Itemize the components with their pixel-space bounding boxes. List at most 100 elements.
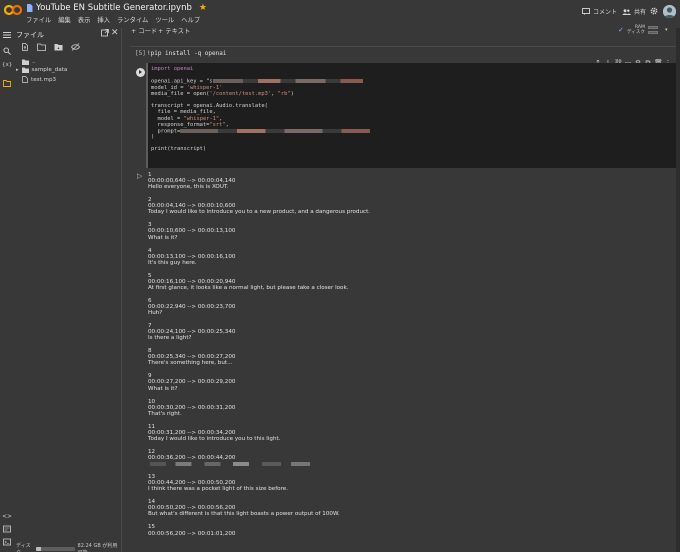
star-icon[interactable]: ★ [199, 3, 207, 13]
segment-text: But what's different is that this light … [148, 511, 340, 518]
code-token: ) [290, 90, 294, 97]
disk-usage-text: 82.24 GB が利用可能 [77, 543, 118, 552]
subtitle-segment: 2 00:00:04,140 --> 00:00:10,600 Today I wo… [148, 197, 668, 215]
title-row: YouTube EN Subtitle Generator.ipynb ★ [26, 3, 207, 13]
user-avatar-icon [663, 5, 676, 18]
menu-view[interactable]: 表示 [78, 15, 91, 24]
subtitle-segment: 11 00:00:31,200 --> 00:00:34,200 Today I w… [148, 424, 668, 442]
code-cell-1[interactable]: [5] !pip install -q openai [130, 46, 676, 60]
code-line: file = media_file, [151, 110, 676, 115]
output-actions-icon[interactable]: ▷ [137, 172, 142, 180]
colab-logo-icon[interactable] [4, 4, 22, 16]
code-token: transcript = openai.Audio.translate( [151, 103, 268, 110]
file-actions [21, 43, 80, 51]
segment-text: What is it? [148, 385, 178, 392]
code-token: media_file = open( [151, 90, 210, 97]
segment-text: At first glance, it looks like a normal … [148, 284, 349, 291]
subtitle-segment: 8 00:00:25,340 --> 00:00:27,200 There's so… [148, 348, 668, 366]
terminal-icon[interactable] [3, 538, 11, 546]
code-line: import openai [151, 66, 676, 72]
comment-button[interactable]: コメント [582, 7, 617, 16]
drive-file-icon [27, 4, 33, 12]
add-code-button[interactable]: + コード [131, 26, 157, 35]
code-token: file = media_file, [151, 109, 216, 116]
comment-icon [582, 8, 590, 15]
subtitle-segment: 13 00:00:44,200 --> 00:00:50,200 I think t… [148, 474, 668, 492]
menu-help[interactable]: ヘルプ [181, 15, 200, 24]
subtitle-segment: 4 00:00:13,100 --> 00:00:16,100 It's this … [148, 248, 668, 266]
close-icon[interactable]: ✕ [111, 28, 119, 38]
hide-files-icon[interactable] [71, 43, 80, 51]
run-cell-button[interactable] [136, 68, 145, 77]
runtime-resources[interactable]: ✓ RAM ディスク ▾ [618, 25, 667, 35]
subtitle-segment: 1 00:00:00,640 --> 00:00:04,140 Hello ever… [148, 172, 668, 190]
people-icon [622, 8, 631, 15]
new-folder-icon[interactable] [37, 43, 46, 51]
segment-text: Today I would like to introduce you to a… [148, 209, 371, 216]
code-line: openai.api_key = "s [151, 79, 676, 85]
cell-code[interactable]: !pip install -q openai [147, 50, 226, 57]
share-label: 共有 [634, 9, 647, 16]
comment-label: コメント [593, 9, 618, 16]
menu-runtime[interactable]: ランタイム [117, 15, 148, 24]
segment-text: It's this guy here. [148, 259, 197, 266]
segment-text: Huh? [148, 310, 163, 317]
tree-item-parent[interactable]: .. [22, 59, 36, 65]
code-line: model = "whisper-1", [151, 115, 676, 122]
segment-text-redacted [148, 461, 668, 467]
share-button[interactable]: 共有 [622, 7, 646, 16]
execution-count: [5] [135, 50, 146, 57]
redacted-prompt [180, 128, 371, 133]
segment-text: I think there was a pocket light of this… [148, 486, 288, 493]
ram-bar [647, 26, 658, 29]
scrollbar-track[interactable] [676, 28, 680, 552]
disk-usage-fill [36, 547, 41, 551]
table-of-contents-icon[interactable] [3, 31, 11, 39]
code-token: , [225, 121, 229, 128]
folder-icon[interactable] [3, 79, 11, 87]
avatar[interactable] [663, 5, 676, 18]
code-token: print(transcript) [151, 146, 207, 153]
code-line: response_format="srt", [151, 121, 676, 128]
chevron-right-icon[interactable]: ▸ [16, 67, 19, 73]
add-text-button[interactable]: + テキスト [158, 26, 190, 35]
upload-file-icon[interactable] [21, 43, 29, 51]
subtitle-segment: 6 00:00:22,940 --> 00:00:23,700 Huh? [148, 298, 668, 316]
subtitle-segment: 5 00:00:16,100 --> 00:00:20,940 At first g… [148, 273, 668, 291]
code-snippets-icon[interactable]: <> [2, 513, 12, 521]
tree-item-sample-data[interactable]: ▸ sample_data [16, 67, 67, 73]
menu-bar: ファイル 編集 表示 挿入 ランタイム ツール ヘルプ [26, 15, 200, 24]
top-bar: YouTube EN Subtitle Generator.ipynb ★ ファ… [0, 0, 680, 28]
code-token: prompt= [151, 128, 181, 135]
segment-text: What is it? [148, 234, 178, 241]
disk-label: ディスク [16, 543, 31, 552]
search-icon[interactable] [3, 47, 11, 55]
code-line: transcript = openai.Audio.translate( [151, 103, 676, 110]
notebook-title[interactable]: YouTube EN Subtitle Generator.ipynb [36, 3, 192, 13]
subtitle-segment: 15 00:00:56,200 --> 00:01:01,200 [148, 524, 668, 536]
cell-output: 1 00:00:00,640 --> 00:00:04,140 Hello ever… [148, 172, 668, 543]
variables-icon[interactable]: {x} [2, 62, 12, 70]
open-in-new-window-icon[interactable] [101, 29, 109, 37]
tree-item-label: test.mp3 [31, 76, 57, 83]
gear-icon[interactable] [650, 7, 658, 15]
code-token: , [219, 115, 223, 122]
code-line: media_file = open('/content/test.mp3', "… [151, 90, 676, 97]
command-palette-icon[interactable] [3, 525, 11, 533]
disk-bar [647, 31, 658, 34]
code-token: "whisper-1" [183, 115, 220, 122]
menu-edit[interactable]: 編集 [58, 15, 71, 24]
menu-file[interactable]: ファイル [26, 15, 51, 24]
code-token: "rb" [277, 90, 291, 97]
code-token: ) [151, 134, 155, 141]
mount-drive-icon[interactable] [54, 43, 63, 51]
code-editor[interactable]: import openai openai.api_key = "s model_… [146, 63, 676, 168]
chevron-down-icon[interactable]: ▾ [665, 27, 668, 33]
menu-insert[interactable]: 挿入 [97, 15, 110, 24]
code-token: 'whisper-1' [186, 84, 223, 91]
tree-item-test-mp3[interactable]: test.mp3 [22, 76, 56, 83]
check-icon: ✓ [618, 26, 624, 34]
menu-tools[interactable]: ツール [155, 15, 174, 24]
segment-text: Hello everyone, this is XOUT. [148, 184, 229, 191]
